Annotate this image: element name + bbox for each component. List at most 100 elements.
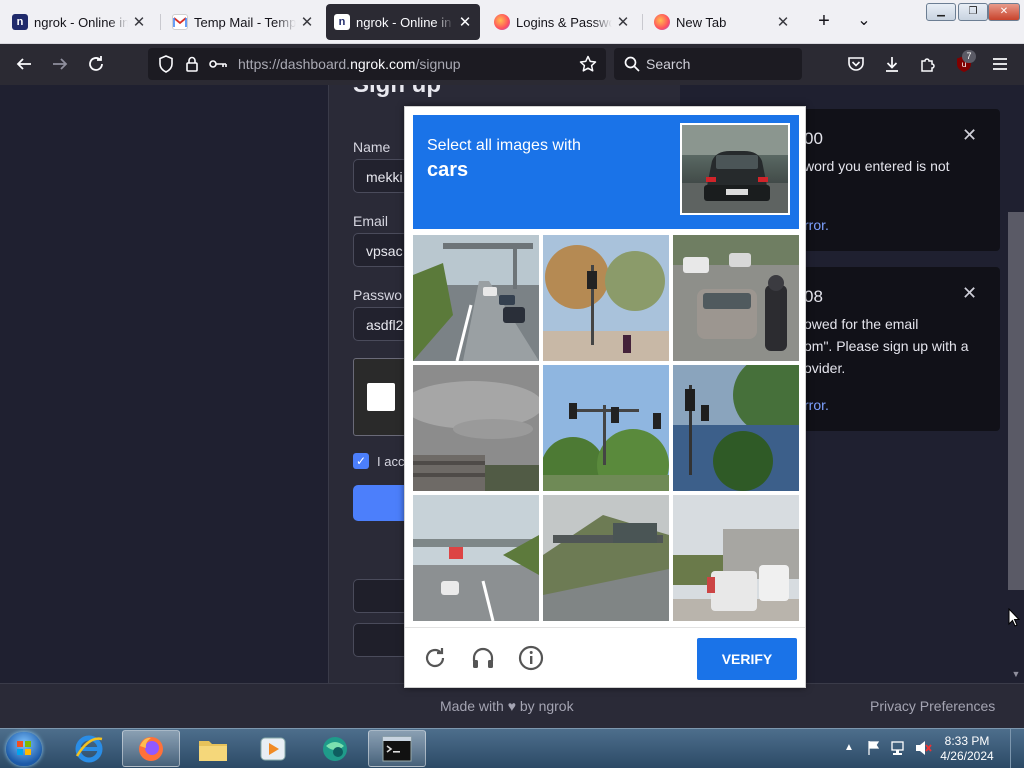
pocket-icon[interactable] xyxy=(844,52,868,76)
list-all-tabs-button[interactable]: ⌄ xyxy=(852,10,876,34)
tab-logins-passwords[interactable]: Logins & Passwords ✕ xyxy=(486,4,638,40)
extension-count-badge: 7 xyxy=(962,50,976,63)
mouse-cursor-icon xyxy=(1008,607,1021,633)
captcha-tile-cloudy-sky-building[interactable] xyxy=(413,365,539,491)
app-menu-icon[interactable] xyxy=(988,52,1012,76)
gmail-icon xyxy=(172,14,188,30)
new-tab-button[interactable]: + xyxy=(812,10,836,34)
captcha-tile-road-sign-gantry[interactable] xyxy=(543,495,669,621)
back-button[interactable] xyxy=(12,52,36,76)
error-message-line: ovider. xyxy=(804,360,846,376)
key-permissions-icon[interactable] xyxy=(206,52,230,76)
terms-label: I acc xyxy=(377,453,405,469)
captcha-tile-highway-overpass-car[interactable] xyxy=(413,495,539,621)
extensions-icon[interactable] xyxy=(916,52,940,76)
close-toast-icon[interactable]: ✕ xyxy=(962,125,977,146)
made-with-text: Made with ♥ by ngrok xyxy=(440,698,574,714)
clock-date: 4/26/2024 xyxy=(940,749,994,763)
captcha-checkbox[interactable] xyxy=(367,383,395,411)
page-footer: Made with ♥ by ngrok Privacy Preferences xyxy=(0,683,1024,728)
forward-button[interactable] xyxy=(48,52,72,76)
tab-close-icon[interactable]: ✕ xyxy=(458,13,472,31)
captcha-tile-highway-with-cars[interactable] xyxy=(413,235,539,361)
search-icon xyxy=(620,52,644,76)
tab-title: New Tab xyxy=(676,14,727,30)
info-icon[interactable] xyxy=(517,644,545,672)
captcha-tile-street-trees-traffic-light[interactable] xyxy=(543,235,669,361)
tracking-protection-shield-icon[interactable] xyxy=(154,52,178,76)
reload-button[interactable] xyxy=(84,52,108,76)
lock-icon[interactable] xyxy=(180,52,204,76)
email-label: Email xyxy=(353,213,389,229)
error-link[interactable]: rror. xyxy=(804,217,829,233)
network-icon[interactable] xyxy=(890,740,908,761)
ngrok-icon: n xyxy=(334,14,350,30)
navigation-toolbar: https://dashboard.ngrok.com/signup Searc… xyxy=(0,44,1024,85)
tab-separator xyxy=(160,14,161,30)
tab-title: Temp Mail - Temporary xyxy=(194,14,296,30)
url-text: https://dashboard.ngrok.com/signup xyxy=(238,56,461,72)
captcha-tile-cars-and-motorcycle[interactable] xyxy=(673,235,799,361)
bookmark-star-icon[interactable] xyxy=(576,52,600,76)
verify-button[interactable]: VERIFY xyxy=(697,638,797,680)
taskbar-clock[interactable]: 8:33 PM 4/26/2024 xyxy=(932,734,1002,764)
error-toast-1: 00 word you entered is not rror. ✕ xyxy=(780,109,1000,251)
captcha-target-word: cars xyxy=(427,159,469,181)
page-title: Sign up xyxy=(353,85,441,99)
firefox-icon[interactable] xyxy=(122,730,180,767)
audio-challenge-icon[interactable] xyxy=(469,644,497,672)
tab-close-icon[interactable]: ✕ xyxy=(616,13,630,31)
captcha-prompt-text: Select all images with xyxy=(427,137,581,154)
tab-title: ngrok - Online in One xyxy=(356,14,454,30)
captcha-image-grid xyxy=(413,235,799,621)
tab-title: Logins & Passwords xyxy=(516,14,612,30)
tab-title: ngrok - Online in One xyxy=(34,14,128,30)
scrollbar-thumb[interactable] xyxy=(1008,212,1024,590)
internet-explorer-icon[interactable] xyxy=(60,730,118,767)
browser-globe-icon[interactable] xyxy=(306,730,364,767)
tab-ngrok-active[interactable]: n ngrok - Online in One ✕ xyxy=(326,4,480,40)
tab-close-icon[interactable]: ✕ xyxy=(776,13,790,31)
error-link[interactable]: rror. xyxy=(804,397,829,413)
tab-strip: n ngrok - Online in One ✕ Temp Mail - Te… xyxy=(0,0,1024,44)
maximize-button[interactable]: ❐ xyxy=(958,3,988,21)
tab-temp-mail[interactable]: Temp Mail - Temporary ✕ xyxy=(164,4,322,40)
tab-close-icon[interactable]: ✕ xyxy=(300,13,314,31)
firefox-icon xyxy=(654,14,670,30)
captcha-challenge: Select all images with cars VERIFY xyxy=(404,106,806,688)
reload-icon[interactable] xyxy=(421,644,449,672)
captcha-tile-vans-on-street[interactable] xyxy=(673,495,799,621)
close-window-button[interactable]: ✕ xyxy=(988,3,1020,21)
privacy-preferences-link[interactable]: Privacy Preferences xyxy=(870,698,995,714)
terms-checkbox[interactable]: ✓ xyxy=(353,453,369,469)
tab-ngrok-1[interactable]: n ngrok - Online in One ✕ xyxy=(4,4,154,40)
start-button[interactable] xyxy=(6,732,42,766)
captcha-tile-traffic-lights-trees[interactable] xyxy=(543,365,669,491)
search-box[interactable]: Search xyxy=(614,48,802,80)
file-explorer-icon[interactable] xyxy=(184,730,242,767)
tab-close-icon[interactable]: ✕ xyxy=(132,13,146,31)
search-placeholder: Search xyxy=(646,56,691,72)
error-code: 00 xyxy=(804,129,823,148)
minimize-button[interactable]: ▁ xyxy=(926,3,956,21)
show-hidden-icons-icon[interactable]: ▲ xyxy=(844,742,854,753)
ngrok-icon: n xyxy=(12,14,28,30)
clock-time: 8:33 PM xyxy=(944,734,990,748)
windows-taskbar: ▲ 8:33 PM 4/26/2024 xyxy=(0,728,1024,768)
media-player-icon[interactable] xyxy=(244,730,302,767)
volume-muted-icon[interactable] xyxy=(914,740,932,761)
url-prefix: https://dashboard. xyxy=(238,56,351,72)
address-bar[interactable]: https://dashboard.ngrok.com/signup xyxy=(148,48,606,80)
firefox-icon xyxy=(494,14,510,30)
close-toast-icon[interactable]: ✕ xyxy=(962,283,977,304)
show-desktop-button[interactable] xyxy=(1010,729,1024,768)
action-center-flag-icon[interactable] xyxy=(866,740,882,761)
captcha-prompt-header: Select all images with cars xyxy=(413,115,799,229)
tab-separator xyxy=(642,14,643,30)
scroll-down-arrow-icon[interactable]: ▼ xyxy=(1008,666,1024,682)
captcha-tile-traffic-lights-street[interactable] xyxy=(673,365,799,491)
tab-new-tab[interactable]: New Tab ✕ xyxy=(646,4,798,40)
downloads-icon[interactable] xyxy=(880,52,904,76)
command-prompt-icon[interactable] xyxy=(368,730,426,767)
captcha-example-image xyxy=(680,123,790,215)
